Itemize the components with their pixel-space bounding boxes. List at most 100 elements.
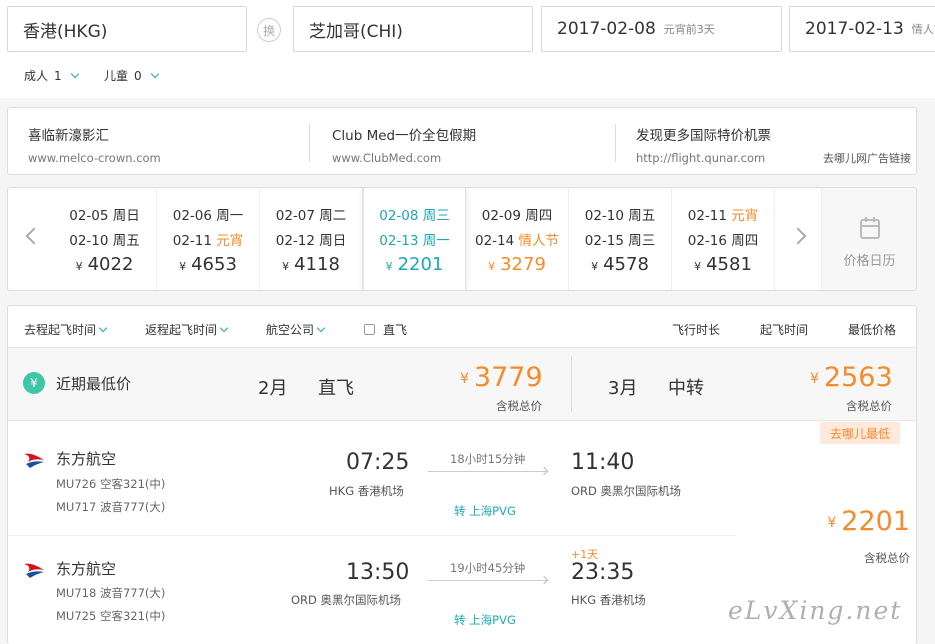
direct-lowest[interactable]: 2月 直飞 ¥3779 含税总价: [258, 362, 568, 416]
depart-date-input[interactable]: 2017-02-08 元宵前3天: [541, 6, 782, 52]
transfer-lowest-price: 2563: [823, 362, 893, 393]
search-bar: 香港(HKG) 换 芝加哥(CHI) 2017-02-08 元宵前3天 2017…: [0, 0, 935, 98]
watermark: eLvXing.net: [728, 596, 903, 625]
arrow-right-icon: [539, 466, 549, 476]
arrive-time: 23:35: [571, 560, 635, 585]
direct-month: 2月: [258, 378, 288, 399]
direct-tax-label: 含税总价: [496, 399, 542, 413]
ad-url: www.melco-crown.com: [28, 151, 161, 165]
result-price-block[interactable]: ¥2201 含税总价: [798, 506, 910, 566]
leg-divider: [8, 535, 736, 536]
sort-duration[interactable]: 飞行时长: [672, 321, 720, 338]
depart-time: 07:25: [346, 450, 410, 475]
china-eastern-logo-icon: [24, 453, 44, 468]
result-tax-label: 含税总价: [864, 551, 910, 565]
yen-icon: ¥: [23, 372, 45, 394]
prev-dates-arrow-icon[interactable]: [25, 227, 43, 245]
flight-duration: 19小时45分钟: [450, 561, 526, 575]
next-dates-arrow-icon[interactable]: [789, 227, 807, 245]
return-date-value: 2017-02-13: [805, 19, 904, 39]
from-city-value: 香港(HKG): [23, 21, 108, 42]
ad-disclaimer-link[interactable]: 去哪儿网广告链接: [823, 150, 911, 166]
sort-lowest-price[interactable]: 最低价格: [848, 321, 896, 338]
depart-date-value: 2017-02-08: [557, 19, 656, 39]
ad-item-clubmed[interactable]: Club Med一价全包假期 www.ClubMed.com: [312, 108, 612, 174]
transfer-label: 中转: [668, 378, 704, 399]
transfer-tax-label: 含税总价: [846, 399, 892, 413]
depart-date-note: 元宵前3天: [663, 23, 715, 36]
to-city-input[interactable]: 芝加哥(CHI): [293, 6, 533, 52]
price-calendar-button[interactable]: 价格日历: [821, 188, 916, 290]
route-line: [428, 471, 548, 472]
chevron-down-icon: [98, 323, 108, 332]
route-line: [428, 580, 548, 581]
china-eastern-logo-icon: [24, 563, 44, 578]
flight-number: MU726 空客321(中): [56, 477, 166, 491]
arrive-time: 11:40: [571, 450, 635, 475]
flight-duration: 18小时15分钟: [450, 452, 526, 466]
direct-lowest-price: 3779: [473, 362, 543, 393]
direct-only-checkbox[interactable]: 直飞: [364, 321, 407, 338]
child-count-value: 0: [134, 68, 142, 83]
arrow-right-icon: [539, 575, 549, 585]
flight-results: 去程起飞时间 返程起飞时间 航空公司 直飞 飞行时长 起飞时间 最低价格 ¥ 近…: [7, 305, 917, 644]
date-option-selected[interactable]: 02-08 周三 02-13 周一 ¥2201: [363, 188, 466, 290]
calendar-icon: [859, 217, 880, 239]
transfer-month: 3月: [608, 378, 638, 399]
airline-filter[interactable]: 航空公司: [266, 321, 326, 338]
chevron-down-icon: [70, 69, 79, 78]
to-city-value: 芝加哥(CHI): [309, 21, 403, 42]
transfer-info: 转 上海PVG: [454, 613, 516, 627]
chevron-down-icon: [316, 323, 326, 332]
qunar-lowest-badge: 去哪儿最低: [820, 422, 900, 444]
price-calendar-label: 价格日历: [843, 254, 896, 269]
filter-bar: 去程起飞时间 返程起飞时间 航空公司 直飞 飞行时长 起飞时间 最低价格: [8, 306, 916, 348]
ad-banner: 喜临新濠影汇 www.melco-crown.com Club Med一价全包假…: [7, 107, 917, 175]
adult-count-value: 1: [54, 68, 62, 83]
depart-airport: ORD 奥黑尔国际机场: [291, 593, 402, 607]
date-price-strip: 02-05 周日 02-10 周五 ¥4022 02-06 周一 02-11 元…: [7, 187, 917, 291]
inbound-flight[interactable]: 东方航空 MU718 波音777(大) MU725 空客321(中) 13:50…: [8, 546, 738, 644]
date-option[interactable]: 02-06 周一 02-11 元宵 ¥4653: [157, 188, 260, 290]
recent-lowest-price-row: ¥ 近期最低价 2月 直飞 ¥3779 含税总价 3月 中转 ¥2563 含税总…: [8, 348, 916, 421]
adult-count-select[interactable]: 成人 1: [24, 67, 79, 84]
flight-number: MU717 波音777(大): [56, 500, 166, 514]
ad-item-qunar[interactable]: 发现更多国际特价机票 http://flight.qunar.com: [616, 108, 816, 174]
sort-depart-time[interactable]: 起飞时间: [760, 321, 808, 338]
date-option[interactable]: 02-10 周五 02-15 周三 ¥4578: [569, 188, 672, 290]
date-option[interactable]: 02-07 周二 02-12 周日 ¥4118: [260, 188, 363, 290]
return-date-input[interactable]: 2017-02-13 情人节: [789, 6, 935, 52]
chevron-down-icon: [150, 69, 159, 78]
transfer-lowest[interactable]: 3月 中转 ¥2563 含税总价: [608, 362, 908, 416]
ad-url: www.ClubMed.com: [332, 151, 442, 165]
adult-label: 成人: [24, 69, 49, 83]
date-option[interactable]: 02-11 元宵 02-16 周四 ¥4581: [672, 188, 775, 290]
arrive-airport: HKG 香港机场: [571, 593, 646, 607]
flight-number: MU725 空客321(中): [56, 609, 166, 623]
chevron-down-icon: [219, 323, 229, 332]
airline-name: 东方航空: [56, 450, 117, 468]
airline-name: 东方航空: [56, 560, 117, 578]
depart-airport: HKG 香港机场: [329, 484, 404, 498]
outbound-flight[interactable]: 东方航空 MU726 空客321(中) MU717 波音777(大) 07:25…: [8, 436, 738, 536]
recent-lowest-label: 近期最低价: [56, 375, 132, 393]
direct-label: 直飞: [318, 378, 354, 399]
transfer-info: 转 上海PVG: [454, 504, 516, 518]
ad-title: Club Med一价全包假期: [332, 128, 477, 144]
lowest-divider: [571, 356, 572, 412]
child-label: 儿童: [104, 69, 129, 83]
depart-time-filter[interactable]: 去程起飞时间: [24, 321, 108, 338]
return-time-filter[interactable]: 返程起飞时间: [145, 321, 229, 338]
ad-title: 发现更多国际特价机票: [636, 128, 771, 144]
ad-url: http://flight.qunar.com: [636, 151, 766, 165]
date-option[interactable]: 02-09 周四 02-14 情人节 ¥3279: [466, 188, 569, 290]
from-city-input[interactable]: 香港(HKG): [7, 6, 247, 52]
swap-cities-button[interactable]: 换: [257, 18, 281, 42]
checkbox-icon: [364, 324, 375, 335]
flight-number: MU718 波音777(大): [56, 586, 166, 600]
child-count-select[interactable]: 儿童 0: [104, 67, 159, 84]
ad-item-melco[interactable]: 喜临新濠影汇 www.melco-crown.com: [8, 108, 308, 174]
ad-title: 喜临新濠影汇: [28, 128, 109, 144]
arrive-airport: ORD 奥黑尔国际机场: [571, 484, 682, 498]
date-option[interactable]: 02-05 周日 02-10 周五 ¥4022: [53, 188, 157, 290]
